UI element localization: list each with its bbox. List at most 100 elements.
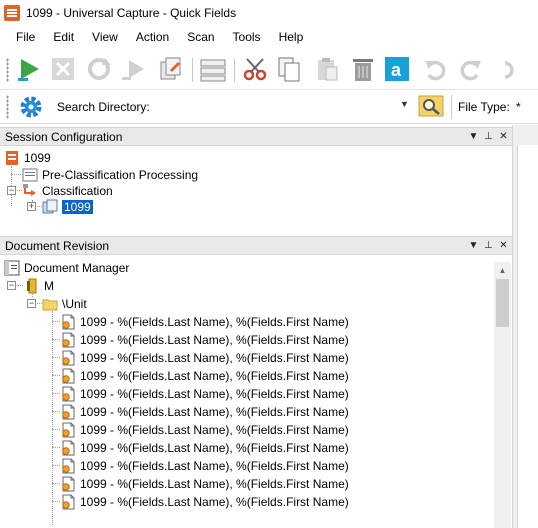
collapse-icon[interactable]: − [27, 299, 36, 308]
stop-button[interactable] [48, 54, 78, 84]
menu-view[interactable]: View [83, 30, 127, 44]
delete-button[interactable] [348, 54, 378, 84]
tree-line [52, 339, 60, 340]
text-button[interactable]: a [382, 54, 412, 84]
run-step-icon [122, 60, 144, 80]
document-icon [62, 422, 75, 437]
panel-menu-icon[interactable]: ▼ [467, 240, 480, 251]
list-item[interactable]: 1099 - %(Fields.Last Name), %(Fields.Fir… [60, 439, 349, 456]
tree-line [17, 285, 23, 286]
session-configuration-title: Session Configuration [5, 129, 123, 144]
more-button[interactable] [494, 54, 524, 84]
list-item[interactable]: 1099 - %(Fields.Last Name), %(Fields.Fir… [60, 367, 349, 384]
copy-button[interactable] [274, 54, 304, 84]
refresh-button[interactable] [84, 54, 114, 84]
settings-button[interactable] [16, 92, 46, 122]
document-icon [62, 314, 75, 329]
document-class-icon [42, 199, 58, 213]
close-icon[interactable]: ✕ [497, 131, 510, 142]
document-tree-scrollbar[interactable]: ▲ [494, 262, 511, 528]
tree-label-selected: 1099 [62, 199, 93, 214]
run-step-button[interactable] [118, 54, 148, 84]
toolbar-grip[interactable] [6, 95, 9, 119]
folder-search-icon [418, 95, 444, 117]
title-bar: 1099 - Universal Capture - Quick Fields [0, 0, 538, 26]
menu-edit[interactable]: Edit [44, 30, 83, 44]
tree-node-folder[interactable]: \Unit [42, 295, 87, 312]
cut-button[interactable] [240, 54, 270, 84]
tree-label: 1099 - %(Fields.Last Name), %(Fields.Fir… [80, 440, 349, 455]
run-button[interactable] [14, 54, 44, 84]
collapse-icon[interactable]: − [7, 186, 16, 195]
list-item[interactable]: 1099 - %(Fields.Last Name), %(Fields.Fir… [60, 493, 349, 510]
classification-icon [23, 183, 36, 196]
processing-icon [22, 168, 38, 181]
tree-line [52, 483, 60, 484]
list-item[interactable]: 1099 - %(Fields.Last Name), %(Fields.Fir… [60, 313, 349, 330]
tree-line [52, 429, 60, 430]
toolbar-separator [234, 58, 235, 82]
tree-line [52, 321, 60, 322]
tree-label: 1099 - %(Fields.Last Name), %(Fields.Fir… [80, 476, 349, 491]
document-icon [62, 476, 75, 491]
tree-label: 1099 - %(Fields.Last Name), %(Fields.Fir… [80, 368, 349, 383]
tree-node-document-manager[interactable]: Document Manager [4, 259, 129, 276]
paste-button[interactable] [312, 54, 342, 84]
undo-button[interactable] [420, 54, 450, 84]
tree-node-session-root[interactable]: 1099 [4, 149, 51, 166]
tree-line [52, 447, 60, 448]
search-directory-input[interactable] [150, 96, 412, 116]
tree-line [52, 311, 53, 525]
toolbar-grip[interactable] [6, 58, 9, 82]
list-item[interactable]: 1099 - %(Fields.Last Name), %(Fields.Fir… [60, 385, 349, 402]
browse-button[interactable] [418, 94, 444, 118]
menu-scan[interactable]: Scan [178, 30, 223, 44]
tree-line [52, 393, 60, 394]
close-icon[interactable]: ✕ [497, 240, 510, 251]
redo-button[interactable] [456, 54, 486, 84]
scroll-up-icon[interactable]: ▲ [494, 262, 511, 278]
document-tree: Document Manager − M − \Unit 1099 - %(Fi… [0, 255, 494, 528]
tree-node-classification[interactable]: Classification [22, 182, 113, 199]
expand-icon[interactable]: + [27, 202, 36, 211]
session-icon [6, 150, 18, 165]
undo-icon [425, 60, 446, 81]
right-dock-panel [517, 145, 538, 528]
tree-label: 1099 - %(Fields.Last Name), %(Fields.Fir… [80, 314, 349, 329]
menu-help[interactable]: Help [270, 30, 313, 44]
list-item[interactable]: 1099 - %(Fields.Last Name), %(Fields.Fir… [60, 331, 349, 348]
tree-label: 1099 - %(Fields.Last Name), %(Fields.Fir… [80, 422, 349, 437]
menu-file[interactable]: File [0, 30, 44, 44]
tree-line [52, 411, 60, 412]
list-item[interactable]: 1099 - %(Fields.Last Name), %(Fields.Fir… [60, 421, 349, 438]
list-button[interactable] [198, 54, 228, 84]
text-a-icon: a [385, 57, 409, 81]
tree-label: 1099 - %(Fields.Last Name), %(Fields.Fir… [80, 494, 349, 509]
tree-node-document-class[interactable]: 1099 [42, 198, 93, 215]
export-button[interactable] [156, 54, 186, 84]
search-directory-label: Search Directory: [57, 100, 150, 114]
list-item[interactable]: 1099 - %(Fields.Last Name), %(Fields.Fir… [60, 475, 349, 492]
collapse-icon[interactable]: − [7, 281, 16, 290]
list-icon [200, 59, 226, 82]
folder-icon [42, 299, 58, 310]
tree-node-pre-classification[interactable]: Pre-Classification Processing [22, 166, 198, 183]
refresh-icon [88, 58, 111, 80]
chevron-down-icon[interactable]: ▼ [400, 99, 409, 109]
list-item[interactable]: 1099 - %(Fields.Last Name), %(Fields.Fir… [60, 403, 349, 420]
list-item[interactable]: 1099 - %(Fields.Last Name), %(Fields.Fir… [60, 349, 349, 366]
menu-action[interactable]: Action [127, 30, 178, 44]
panel-menu-icon[interactable]: ▼ [467, 131, 480, 142]
menu-tools[interactable]: Tools [224, 30, 270, 44]
file-type-value[interactable]: * [516, 100, 521, 114]
svg-text:a: a [391, 60, 402, 80]
pin-icon[interactable]: ⊥ [482, 131, 495, 142]
document-icon [62, 368, 75, 383]
document-icon [62, 494, 75, 509]
scroll-thumb[interactable] [496, 279, 509, 327]
pin-icon[interactable]: ⊥ [482, 240, 495, 251]
tree-label: \Unit [62, 296, 87, 311]
tree-node-drive[interactable]: M [24, 277, 54, 294]
tree-label: M [44, 278, 54, 293]
list-item[interactable]: 1099 - %(Fields.Last Name), %(Fields.Fir… [60, 457, 349, 474]
